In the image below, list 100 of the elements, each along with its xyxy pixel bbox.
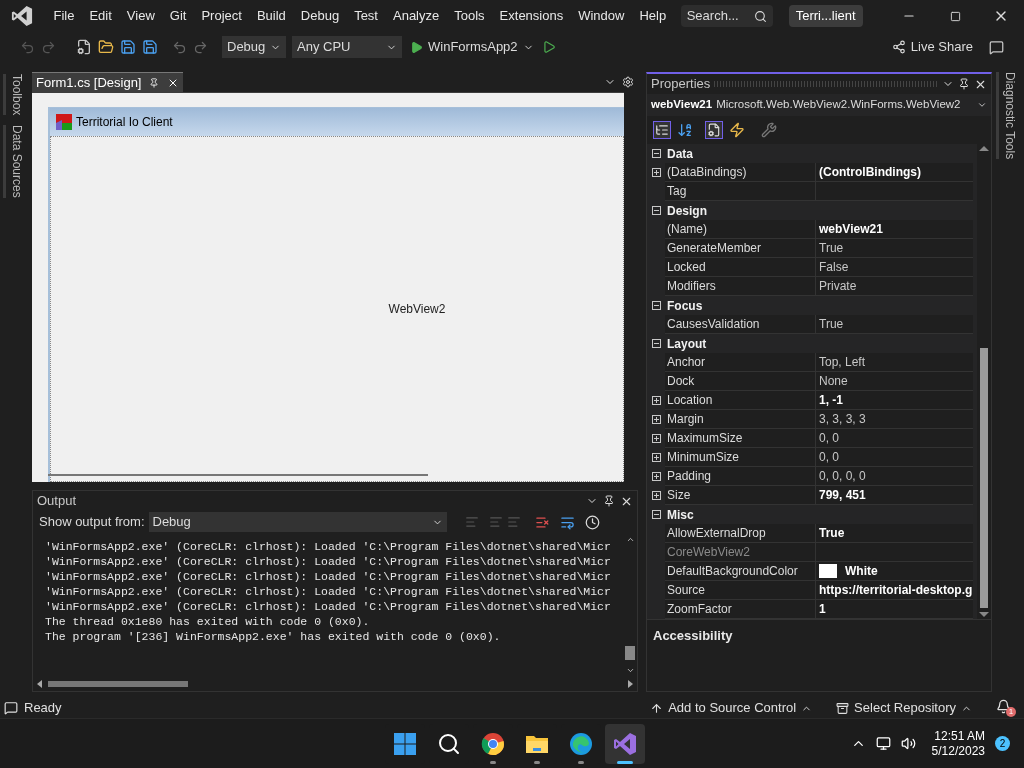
output-source-dropdown[interactable]: Debug xyxy=(148,512,447,532)
feedback-icon[interactable] xyxy=(989,39,1004,55)
clock[interactable]: 12:51 AM 5/12/2023 xyxy=(931,728,985,759)
expand-icon[interactable] xyxy=(651,491,661,500)
configuration-dropdown[interactable]: Debug xyxy=(222,36,286,58)
redo-icon[interactable] xyxy=(193,39,208,55)
new-project-icon[interactable] xyxy=(76,39,92,55)
menu-item[interactable]: Window xyxy=(571,6,631,26)
collapse-icon[interactable] xyxy=(651,149,661,158)
word-wrap-icon[interactable] xyxy=(559,514,575,530)
property-value[interactable]: True xyxy=(819,239,844,257)
alphabetical-icon[interactable] xyxy=(677,122,693,138)
expand-icon[interactable] xyxy=(651,472,661,481)
live-share-button[interactable]: Live Share xyxy=(891,37,973,57)
vertical-scrollbar[interactable] xyxy=(977,144,991,619)
property-value[interactable]: 0, 0 xyxy=(819,448,839,466)
property-value[interactable]: 1, -1 xyxy=(819,391,843,409)
expand-icon[interactable] xyxy=(651,415,661,424)
side-tab[interactable]: Data Sources xyxy=(2,125,26,199)
collapse-icon[interactable] xyxy=(651,301,661,310)
property-name[interactable]: Tag xyxy=(667,182,687,200)
side-tab[interactable]: Diagnostic Tools xyxy=(995,72,1019,160)
collapse-icon[interactable] xyxy=(651,339,661,348)
properties-icon[interactable] xyxy=(705,121,723,139)
menu-item[interactable]: Test xyxy=(347,6,385,26)
open-folder-icon[interactable] xyxy=(98,39,114,55)
form-window[interactable]: Territorial Io Client WebView2 xyxy=(48,107,624,482)
pin-icon[interactable] xyxy=(149,77,160,88)
scroll-up-icon[interactable] xyxy=(625,535,635,544)
collapse-icon[interactable] xyxy=(651,206,661,215)
scroll-left-icon[interactable] xyxy=(37,680,42,688)
menu-item[interactable]: Build xyxy=(250,6,293,26)
menu-item[interactable]: Debug xyxy=(294,6,346,26)
platform-dropdown[interactable]: Any CPU xyxy=(292,36,402,58)
notifications-icon[interactable] xyxy=(996,699,1011,714)
settings-icon[interactable] xyxy=(622,76,634,88)
visual-studio-logo-icon[interactable] xyxy=(11,5,33,27)
taskbar-button[interactable] xyxy=(605,723,646,764)
horizontal-scrollbar[interactable] xyxy=(48,474,428,476)
property-value[interactable]: 1 xyxy=(819,600,826,618)
chrome-logo-icon[interactable] xyxy=(481,731,506,756)
pin-icon[interactable] xyxy=(958,78,970,90)
search-icon[interactable] xyxy=(437,731,462,756)
clock-icon[interactable] xyxy=(584,514,600,530)
scroll-down-icon[interactable] xyxy=(625,666,635,675)
property-value[interactable]: 0, 0 xyxy=(819,429,839,447)
search-field[interactable]: Search... xyxy=(680,5,773,27)
solution-title: Terri...lient xyxy=(788,5,863,27)
browser-logo-icon[interactable] xyxy=(569,731,594,756)
scroll-down-icon[interactable] xyxy=(979,612,989,617)
events-icon[interactable] xyxy=(729,122,745,138)
add-to-source-control-button[interactable]: Add to Source Control xyxy=(650,698,813,718)
expand-icon[interactable] xyxy=(651,396,661,405)
notification-count[interactable]: 2 xyxy=(995,736,1010,751)
select-repository-button[interactable]: Select Repository xyxy=(836,698,972,718)
property-value[interactable]: True xyxy=(819,524,845,542)
property-name[interactable]: Dock xyxy=(667,372,695,390)
scroll-right-icon[interactable] xyxy=(628,680,633,688)
start-debugging-button[interactable]: WinFormsApp2 xyxy=(408,37,536,57)
play-icon xyxy=(410,40,423,54)
search-icon xyxy=(753,9,767,23)
property-value[interactable]: None xyxy=(819,372,848,390)
menu-item[interactable]: File xyxy=(47,6,81,26)
windows-logo-icon[interactable] xyxy=(393,731,418,756)
network-icon[interactable] xyxy=(875,736,891,751)
start-without-debugging-icon[interactable] xyxy=(541,40,556,54)
volume-icon[interactable] xyxy=(900,736,916,751)
property-value[interactable]: False xyxy=(819,258,849,276)
expand-icon[interactable] xyxy=(651,453,661,462)
scrollbar-thumb[interactable] xyxy=(48,681,188,687)
save-all-icon[interactable] xyxy=(142,39,158,55)
side-tab[interactable]: Toolbox xyxy=(2,74,26,116)
output-line: 'WinFormsApp2.exe' (CoreCLR: clrhost): Loaded 'C:\Program Files\dotnet\shared\Micr xyxy=(45,584,611,599)
property-value[interactable]: True xyxy=(819,315,844,333)
menu-item[interactable]: Edit xyxy=(82,6,119,26)
menu-item[interactable]: Project xyxy=(194,6,249,26)
collapse-icon[interactable] xyxy=(651,510,661,519)
property-pages-icon[interactable] xyxy=(761,122,777,138)
menu-item[interactable]: Git xyxy=(163,6,193,26)
menu-item[interactable]: Analyze xyxy=(386,6,446,26)
save-icon[interactable] xyxy=(120,39,136,55)
menu-item[interactable]: View xyxy=(120,6,162,26)
menu-item[interactable]: Tools xyxy=(447,6,492,26)
property-name[interactable]: Size xyxy=(667,486,691,504)
expand-icon[interactable] xyxy=(651,168,661,177)
menu-item[interactable]: Extensions xyxy=(493,6,570,26)
undo-icon[interactable] xyxy=(172,39,187,55)
object-selector[interactable]: webView21 Microsoft.Web.WebView2.WinForms.WebView2 xyxy=(647,94,991,116)
document-tab[interactable]: Form1.cs [Design] xyxy=(32,72,184,92)
scroll-up-icon[interactable] xyxy=(979,146,989,151)
expand-icon[interactable] xyxy=(651,434,661,443)
scrollbar-thumb[interactable] xyxy=(980,348,988,608)
pin-icon[interactable] xyxy=(603,494,615,507)
status-text: Ready xyxy=(24,699,62,718)
clear-all-icon[interactable] xyxy=(534,514,550,530)
property-value[interactable]: White xyxy=(845,562,878,580)
categorized-icon[interactable] xyxy=(653,121,671,139)
menu-item[interactable]: Help xyxy=(632,6,673,26)
restore-icon xyxy=(949,10,961,22)
scrollbar-thumb[interactable] xyxy=(625,646,635,660)
